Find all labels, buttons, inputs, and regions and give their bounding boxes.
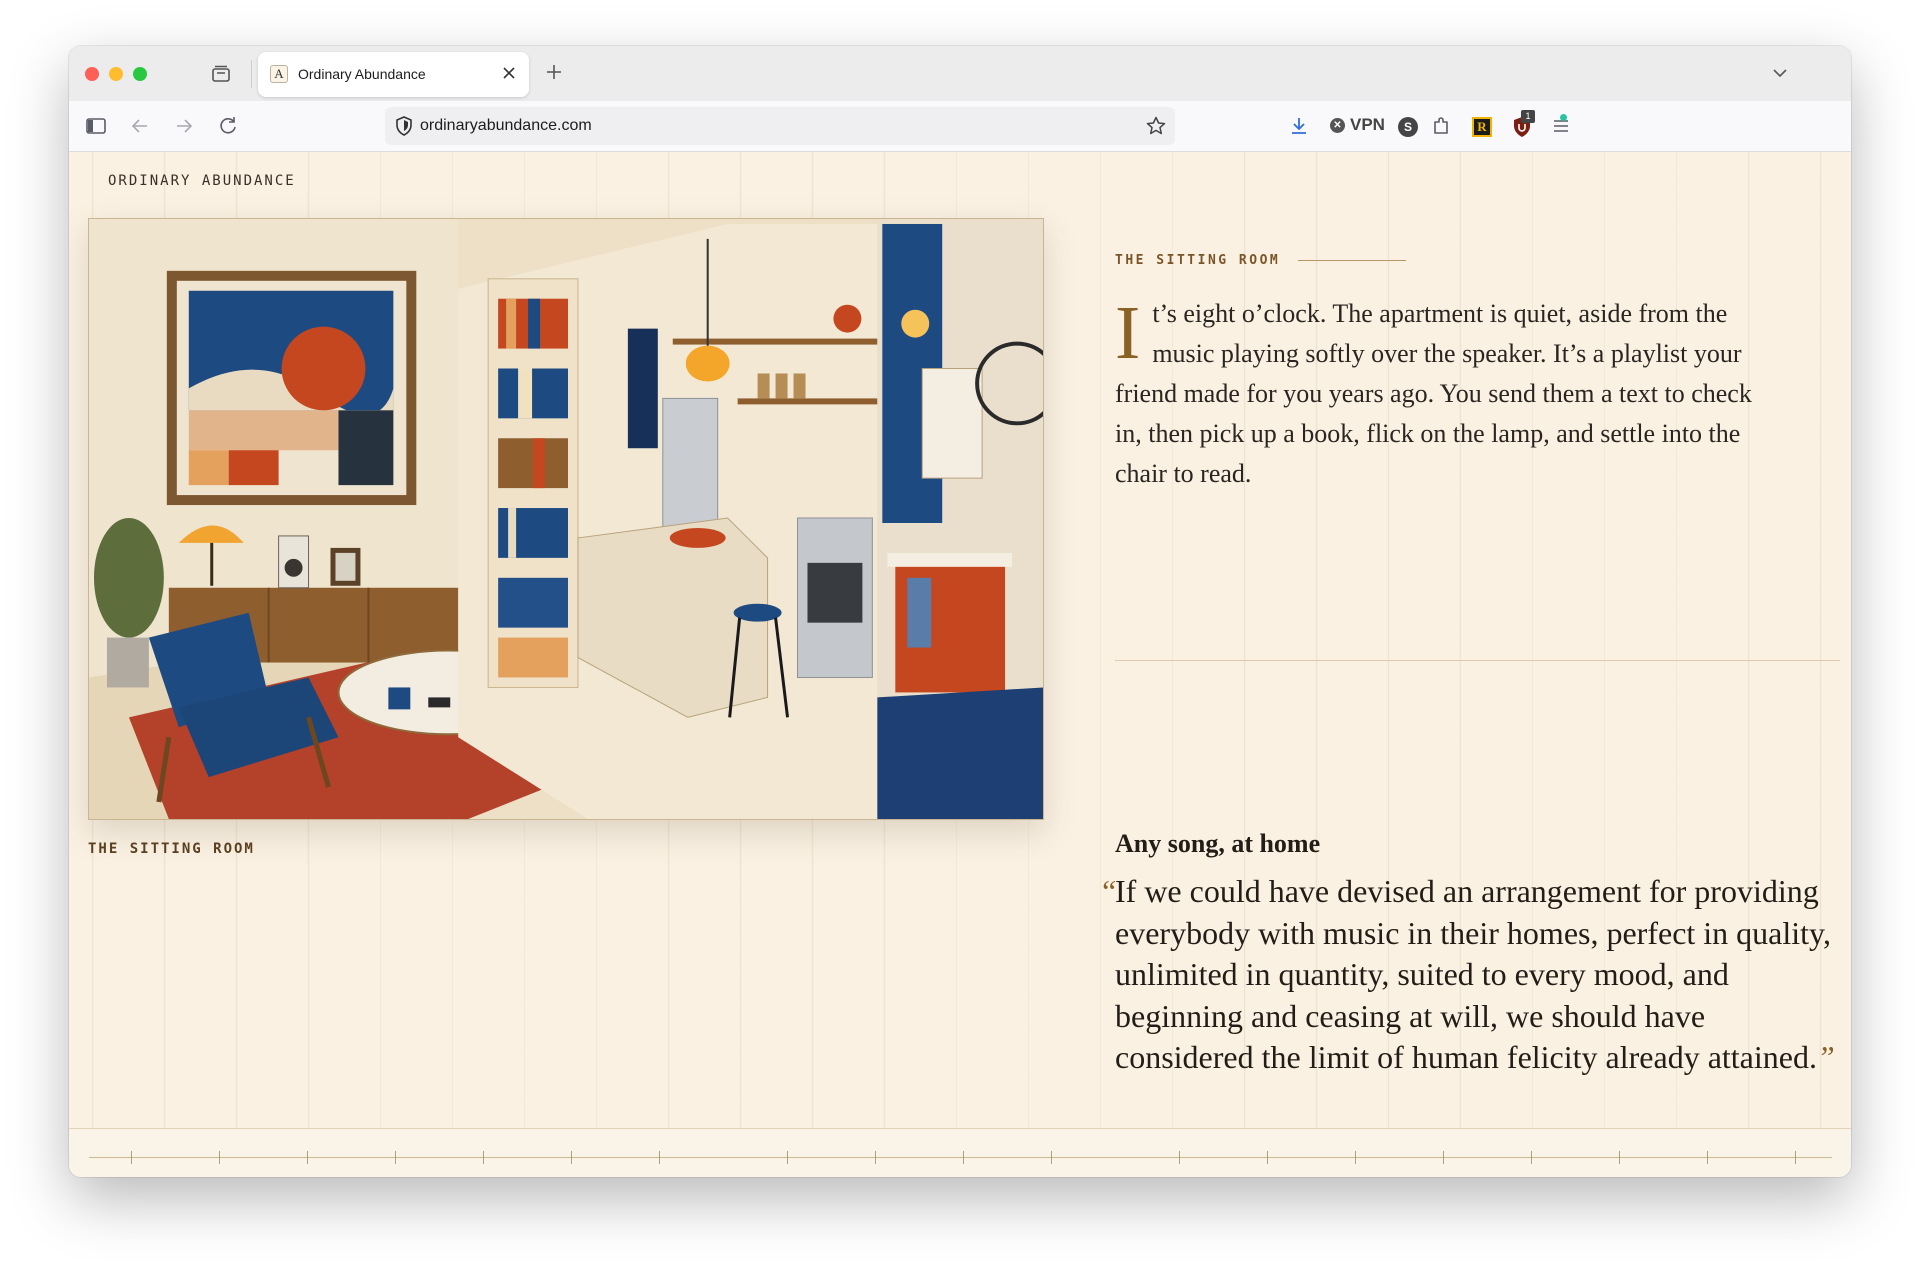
timeline-tick [131,1151,132,1164]
timeline-tick [963,1151,964,1164]
figure-caption: THE SITTING ROOM [88,841,255,857]
sidebar-icon[interactable] [83,113,109,139]
timeline-tick [1051,1151,1052,1164]
minimize-window-button[interactable] [109,67,123,81]
close-window-button[interactable] [85,67,99,81]
sitting-room-illustration [88,218,1044,820]
tab-strip: A Ordinary Abundance [69,46,1851,101]
intro-paragraph: It’s eight o’clock. The apartment is qui… [1115,294,1775,494]
timeline-tick [787,1151,788,1164]
timeline-tick [219,1151,220,1164]
vpn-label: VPN [1350,115,1385,134]
section-label-text: THE SITTING ROOM [1115,253,1281,268]
extension-r-icon[interactable]: R [1472,117,1492,137]
favicon-icon: A [270,65,288,83]
quote-open-mark: “ [1099,873,1117,909]
vpn-status-icon: ✕ [1330,117,1345,133]
timeline-tick [1179,1151,1180,1164]
timeline-tick [1619,1151,1620,1164]
close-icon[interactable] [499,63,519,87]
timeline-tick [571,1151,572,1164]
browser-window: A Ordinary Abundance ordinaryabundance.c… [69,46,1851,1177]
navigation-bar: ordinaryabundance.com ✕ VPN S R 1 [69,101,1851,152]
download-icon[interactable] [1286,113,1312,139]
timeline-bar[interactable] [69,1128,1851,1177]
section-divider [1115,660,1840,661]
tab-overview-icon[interactable] [210,63,232,85]
forward-arrow-icon[interactable] [171,113,197,139]
back-arrow-icon[interactable] [127,113,153,139]
section-label-rule [1298,260,1407,261]
shield-icon[interactable] [393,115,415,137]
update-indicator [1560,114,1567,121]
timeline-tick [395,1151,396,1164]
intro-text: t’s eight o’clock. The apartment is quie… [1115,299,1752,488]
url-text[interactable]: ordinaryabundance.com [420,117,592,135]
section-label: THE SITTING ROOM [1115,253,1407,268]
timeline-tick [659,1151,660,1164]
timeline-tick [1795,1151,1796,1164]
url-bar[interactable]: ordinaryabundance.com [385,107,1175,145]
quote-close-mark: ” [1816,1039,1835,1075]
page-content: ORDINARY ABUNDANCE THE SITTING ROOM THE … [69,152,1851,1177]
song-title: Any song, at home [1115,829,1321,858]
chevron-down-icon[interactable] [1769,62,1791,84]
timeline-tick [1531,1151,1532,1164]
zoom-window-button[interactable] [133,67,147,81]
vpn-button[interactable]: ✕ VPN [1330,115,1385,135]
timeline-tick [1707,1151,1708,1164]
timeline-tick [483,1151,484,1164]
tab-title: Ordinary Abundance [298,66,426,82]
tab-ordinary-abundance[interactable]: A Ordinary Abundance [258,52,529,97]
quote-text: If we could have devised an arrangement … [1115,873,1831,1075]
extension-s-icon[interactable]: S [1398,117,1418,137]
timeline-tick [875,1151,876,1164]
site-brand[interactable]: ORDINARY ABUNDANCE [108,173,296,189]
timeline-tick [1355,1151,1356,1164]
timeline-tick [1443,1151,1444,1164]
puzzle-icon[interactable] [1428,113,1454,139]
timeline-tick [307,1151,308,1164]
reload-icon[interactable] [215,113,241,139]
star-icon[interactable] [1145,115,1167,137]
extension-badge: 1 [1521,110,1535,123]
quote-block: “If we could have devised an arrangement… [1099,871,1835,1079]
timeline-line [89,1157,1832,1158]
plus-icon[interactable] [544,56,564,88]
drop-cap: I [1115,291,1141,375]
timeline-tick [1267,1151,1268,1164]
tab-separator [251,60,252,88]
